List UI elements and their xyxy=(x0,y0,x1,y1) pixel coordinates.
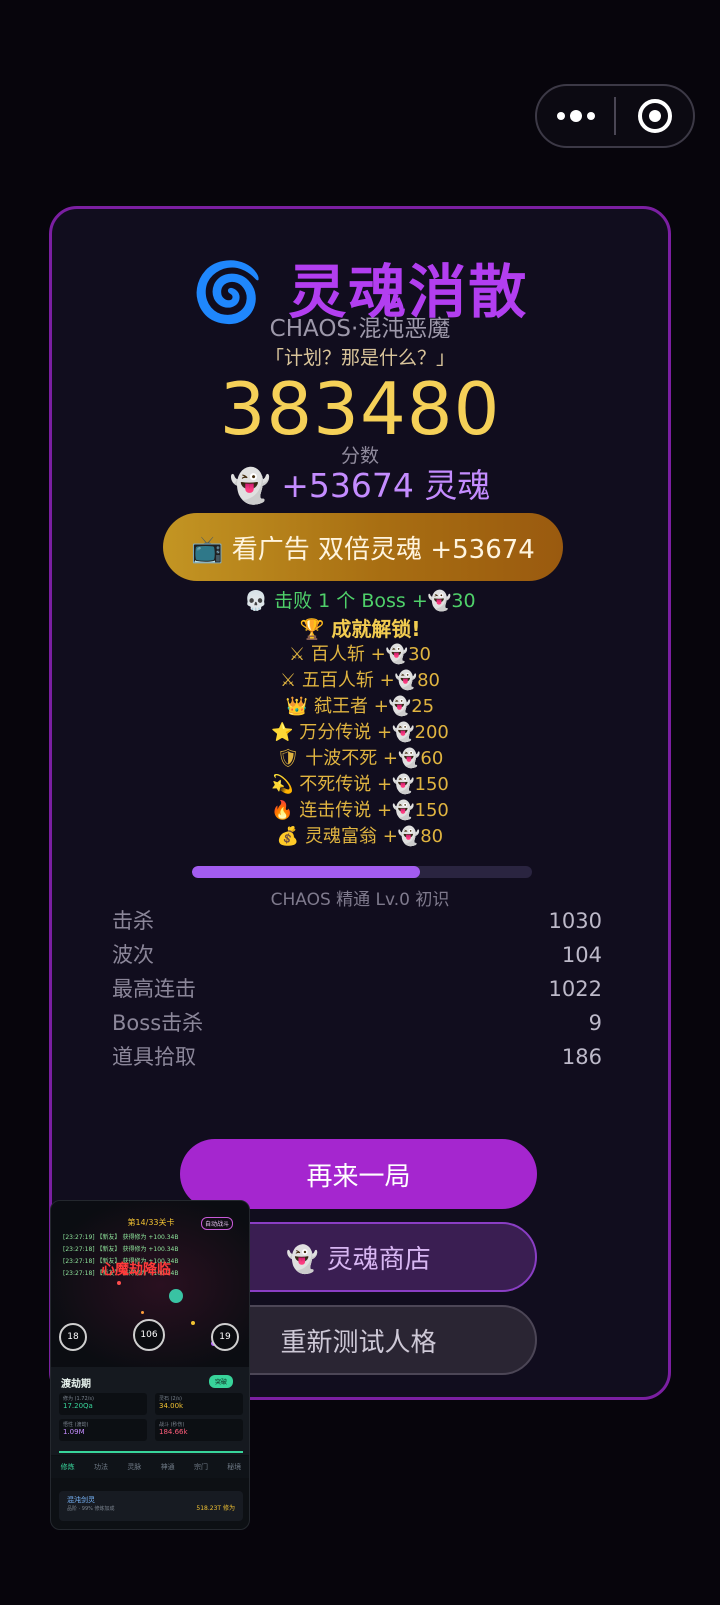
preview-phase: 渡劫期 xyxy=(61,1379,91,1390)
preview-tab: 修炼 xyxy=(60,1463,75,1471)
character-name: CHAOS·混沌恶魔 xyxy=(269,316,451,342)
achievement-item: 👑 弑王者 +👻25 xyxy=(285,696,435,717)
cell-value: 1.09M xyxy=(63,1428,85,1436)
stat-value: 104 xyxy=(561,943,602,967)
stat-row: 最高连击 1022 xyxy=(112,972,602,1006)
achievement-list: ⚔ 百人斩 +👻30 ⚔ 五百人斩 +👻80 👑 弑王者 +👻25 ⭐ 万分传说… xyxy=(52,642,668,850)
cell-value: 184.66k xyxy=(159,1428,188,1436)
floating-preview-window[interactable]: 第14/33关卡 自动战斗 [23:27:19] 【新友】 获得修为 +100.… xyxy=(50,1200,250,1530)
preview-stat-cell: 修为 (1.72/s) 17.20Qa xyxy=(59,1393,147,1415)
preview-progress-line xyxy=(59,1451,243,1453)
stat-row: 击杀 1030 xyxy=(112,904,602,938)
stats-table: 击杀 1030 波次 104 最高连击 1022 Boss击杀 9 道具拾取 186 xyxy=(112,904,602,1074)
spark-dot xyxy=(191,1321,195,1325)
achievement-item: ⭐ 万分传说 +👻200 xyxy=(271,722,449,743)
preview-stat-cell: 灵石 (2/s) 34.00k xyxy=(155,1393,243,1415)
preview-log-line: [23:27:19] 【新友】 获得修为 +100.34B xyxy=(63,1234,179,1241)
stat-value: 1030 xyxy=(548,909,602,933)
watch-ad-double-button[interactable]: 📺 看广告 双倍灵魂 +53674 xyxy=(163,513,563,581)
mini-program-capsule xyxy=(535,84,695,148)
cell-label: 修为 (1.72/s) xyxy=(63,1396,94,1402)
boss-bonus: 💀 击败 1 个 Boss +👻30 xyxy=(244,590,476,612)
cell-label: 悟性 (渡劫) xyxy=(63,1422,89,1428)
cell-value: 34.00k xyxy=(159,1402,184,1410)
preview-log-line: [23:27:18] 【新友】 获得修为 +100.34B xyxy=(63,1246,179,1253)
stat-label: 道具拾取 xyxy=(112,1045,196,1069)
preview-tab: 功法 xyxy=(93,1463,108,1471)
stat-row: Boss击杀 9 xyxy=(112,1006,602,1040)
achievement-item: ⚔ 百人斩 +👻30 xyxy=(289,644,431,665)
stat-label: 击杀 xyxy=(112,909,154,933)
preview-battle-scene: 第14/33关卡 自动战斗 [23:27:19] 【新友】 获得修为 +100.… xyxy=(51,1201,249,1369)
preview-auto-battle-badge: 自动战斗 xyxy=(201,1217,234,1230)
cell-value: 17.20Qa xyxy=(63,1402,93,1410)
stat-value: 9 xyxy=(588,1011,602,1035)
stat-label: 最高连击 xyxy=(112,977,196,1001)
more-dots-icon xyxy=(556,110,595,122)
preview-stat-cell: 战斗 (秒伤) 184.66k xyxy=(155,1419,243,1441)
cell-label: 战斗 (秒伤) xyxy=(159,1422,185,1428)
spark-dot xyxy=(141,1311,144,1314)
achievement-item: 💰 灵魂富翁 +👻80 xyxy=(276,826,444,847)
souls-earned: 👻 +53674 灵魂 xyxy=(229,466,491,505)
preview-tab: 神通 xyxy=(160,1463,175,1471)
more-button[interactable] xyxy=(537,86,614,146)
preview-item-rate: 518.23T 修为 xyxy=(196,1505,235,1512)
stat-label: Boss击杀 xyxy=(112,1011,204,1035)
spark-dot xyxy=(117,1281,121,1285)
achievement-item: 💫 不死传说 +👻150 xyxy=(271,774,449,795)
stat-label: 波次 xyxy=(112,943,154,967)
achievement-item: ⚔ 五百人斩 +👻80 xyxy=(280,670,440,691)
preview-tab: 秘境 xyxy=(227,1463,242,1471)
character-quote: 「计划？那是什么？」 xyxy=(264,347,455,369)
cell-label: 灵石 (2/s) xyxy=(159,1396,182,1402)
preview-orb: 106 xyxy=(133,1319,165,1351)
achievement-item: 🛡 十波不死 +👻60 xyxy=(276,748,444,769)
stat-value: 186 xyxy=(561,1045,602,1069)
stat-value: 1022 xyxy=(548,977,602,1001)
target-circle-icon xyxy=(637,99,672,133)
preview-tab: 宗门 xyxy=(193,1463,208,1471)
play-again-button[interactable]: 再来一局 xyxy=(180,1139,537,1209)
spark-dot xyxy=(169,1289,183,1303)
preview-orb: 19 xyxy=(211,1323,239,1351)
mastery-progress-bar xyxy=(192,866,532,878)
stat-row: 波次 104 xyxy=(112,938,602,972)
preview-breakthrough-button: 突破 xyxy=(209,1375,234,1388)
preview-orb: 18 xyxy=(59,1323,87,1351)
achievement-item: 🔥 连击传说 +👻150 xyxy=(271,800,449,821)
mastery-progress-fill xyxy=(192,866,420,878)
achievements-header: 🏆 成就解锁! xyxy=(299,617,421,641)
final-score: 383480 xyxy=(219,367,501,451)
preview-stat-cell: 悟性 (渡劫) 1.09M xyxy=(59,1419,147,1441)
preview-status-panel: 渡劫期 突破 修为 (1.72/s) 17.20Qa 灵石 (2/s) 34.00k… xyxy=(51,1367,249,1455)
close-miniprogram-button[interactable] xyxy=(616,86,693,146)
preview-tab: 灵脉 xyxy=(127,1463,142,1471)
stat-row: 道具拾取 186 xyxy=(112,1040,602,1074)
preview-event-banner: 心魔劫降临 xyxy=(101,1262,171,1278)
preview-tab-bar: 修炼 功法 灵脉 神通 宗门 秘境 xyxy=(51,1456,249,1478)
preview-list-item: 混沌剑灵 品阶 · 99% 修炼加成 518.23T 修为 xyxy=(59,1491,243,1521)
